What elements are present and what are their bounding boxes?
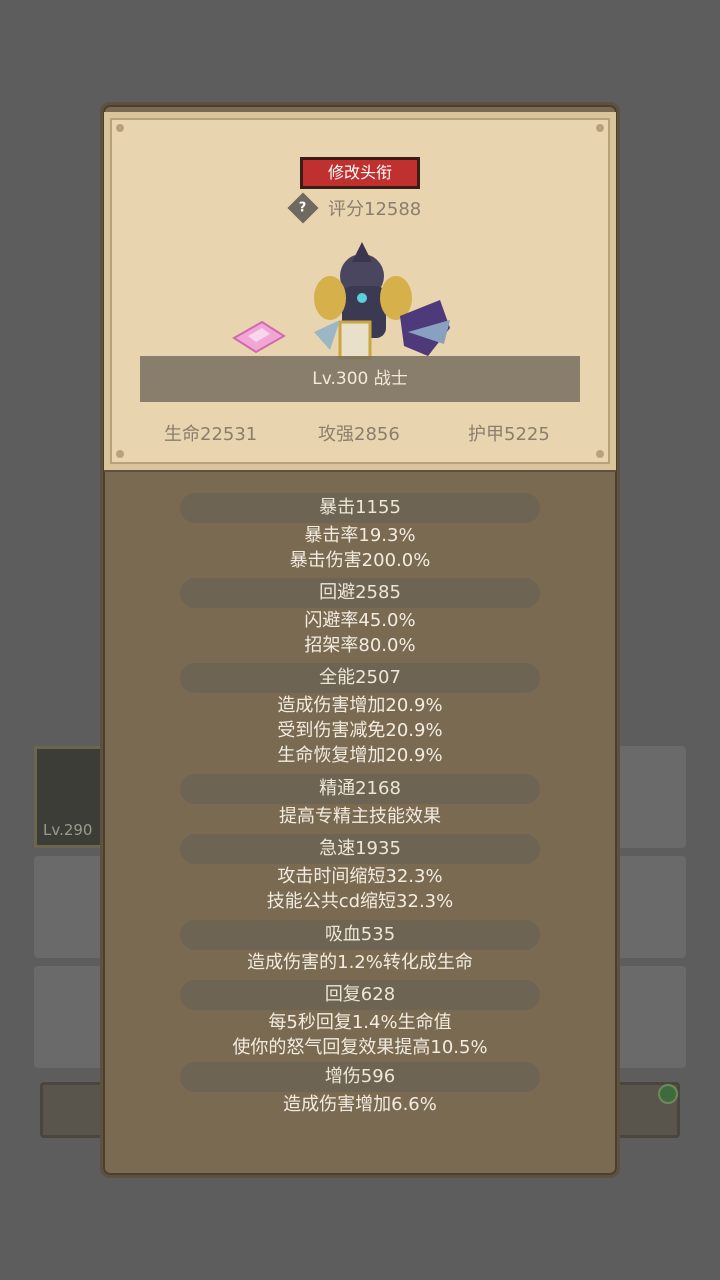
level-class-label: Lv.300 战士 bbox=[140, 356, 580, 402]
card-corner-rivet bbox=[596, 450, 604, 458]
attribute-line: 闪避率45.0% bbox=[304, 610, 416, 631]
warrior-character-sprite bbox=[314, 242, 450, 360]
card-corner-rivet bbox=[596, 124, 604, 132]
attribute-line: 造成伤害增加20.9% bbox=[277, 695, 443, 716]
attribute-header-lifesteal: 吸血535 bbox=[180, 920, 540, 950]
skill-book-icon bbox=[232, 320, 286, 354]
attribute-line: 技能公共cd缩短32.3% bbox=[266, 891, 454, 912]
attribute-line: 每5秒回复1.4%生命值 bbox=[268, 1012, 452, 1033]
background-thumb-level: Lv.290 bbox=[43, 821, 93, 839]
help-icon-glyph: ? bbox=[299, 200, 307, 216]
attribute-header-haste: 急速1935 bbox=[180, 834, 540, 864]
background-hero-thumbnail: Lv.290 bbox=[34, 746, 106, 848]
armor-stat: 护甲5225 bbox=[468, 424, 550, 445]
hp-stat: 生命22531 bbox=[164, 424, 258, 445]
attribute-line: 使你的怒气回复效果提高10.5% bbox=[232, 1037, 488, 1058]
attribute-header-crit: 暴击1155 bbox=[180, 493, 540, 523]
attribute-line: 造成伤害增加6.6% bbox=[283, 1094, 437, 1115]
attribute-header-dodge: 回避2585 bbox=[180, 578, 540, 608]
rename-title-button[interactable]: 修改头衔 bbox=[300, 157, 420, 189]
attribute-line: 生命恢复增加20.9% bbox=[277, 745, 443, 766]
attribute-line: 攻击时间缩短32.3% bbox=[277, 866, 443, 887]
score-row: ? 评分12588 bbox=[287, 192, 422, 224]
attribute-header-mastery: 精通2168 bbox=[180, 774, 540, 804]
attribute-header-damage-bonus: 增伤596 bbox=[180, 1062, 540, 1092]
attribute-line: 提高专精主技能效果 bbox=[279, 806, 441, 827]
card-corner-rivet bbox=[116, 450, 124, 458]
attribute-header-regen: 回复628 bbox=[180, 980, 540, 1010]
attribute-line: 暴击率19.3% bbox=[304, 525, 416, 546]
attribute-line: 招架率80.0% bbox=[304, 635, 416, 656]
attribute-line: 造成伤害的1.2%转化成生命 bbox=[247, 952, 473, 973]
attribute-line: 受到伤害减免20.9% bbox=[277, 720, 443, 741]
help-icon[interactable]: ? bbox=[287, 192, 319, 224]
card-corner-rivet bbox=[116, 124, 124, 132]
notification-dot-icon bbox=[658, 1084, 678, 1104]
score-text: 评分12588 bbox=[328, 199, 422, 220]
attribute-header-versatility: 全能2507 bbox=[180, 663, 540, 693]
attribute-line: 暴击伤害200.0% bbox=[289, 550, 431, 571]
attack-stat: 攻强2856 bbox=[318, 424, 400, 445]
